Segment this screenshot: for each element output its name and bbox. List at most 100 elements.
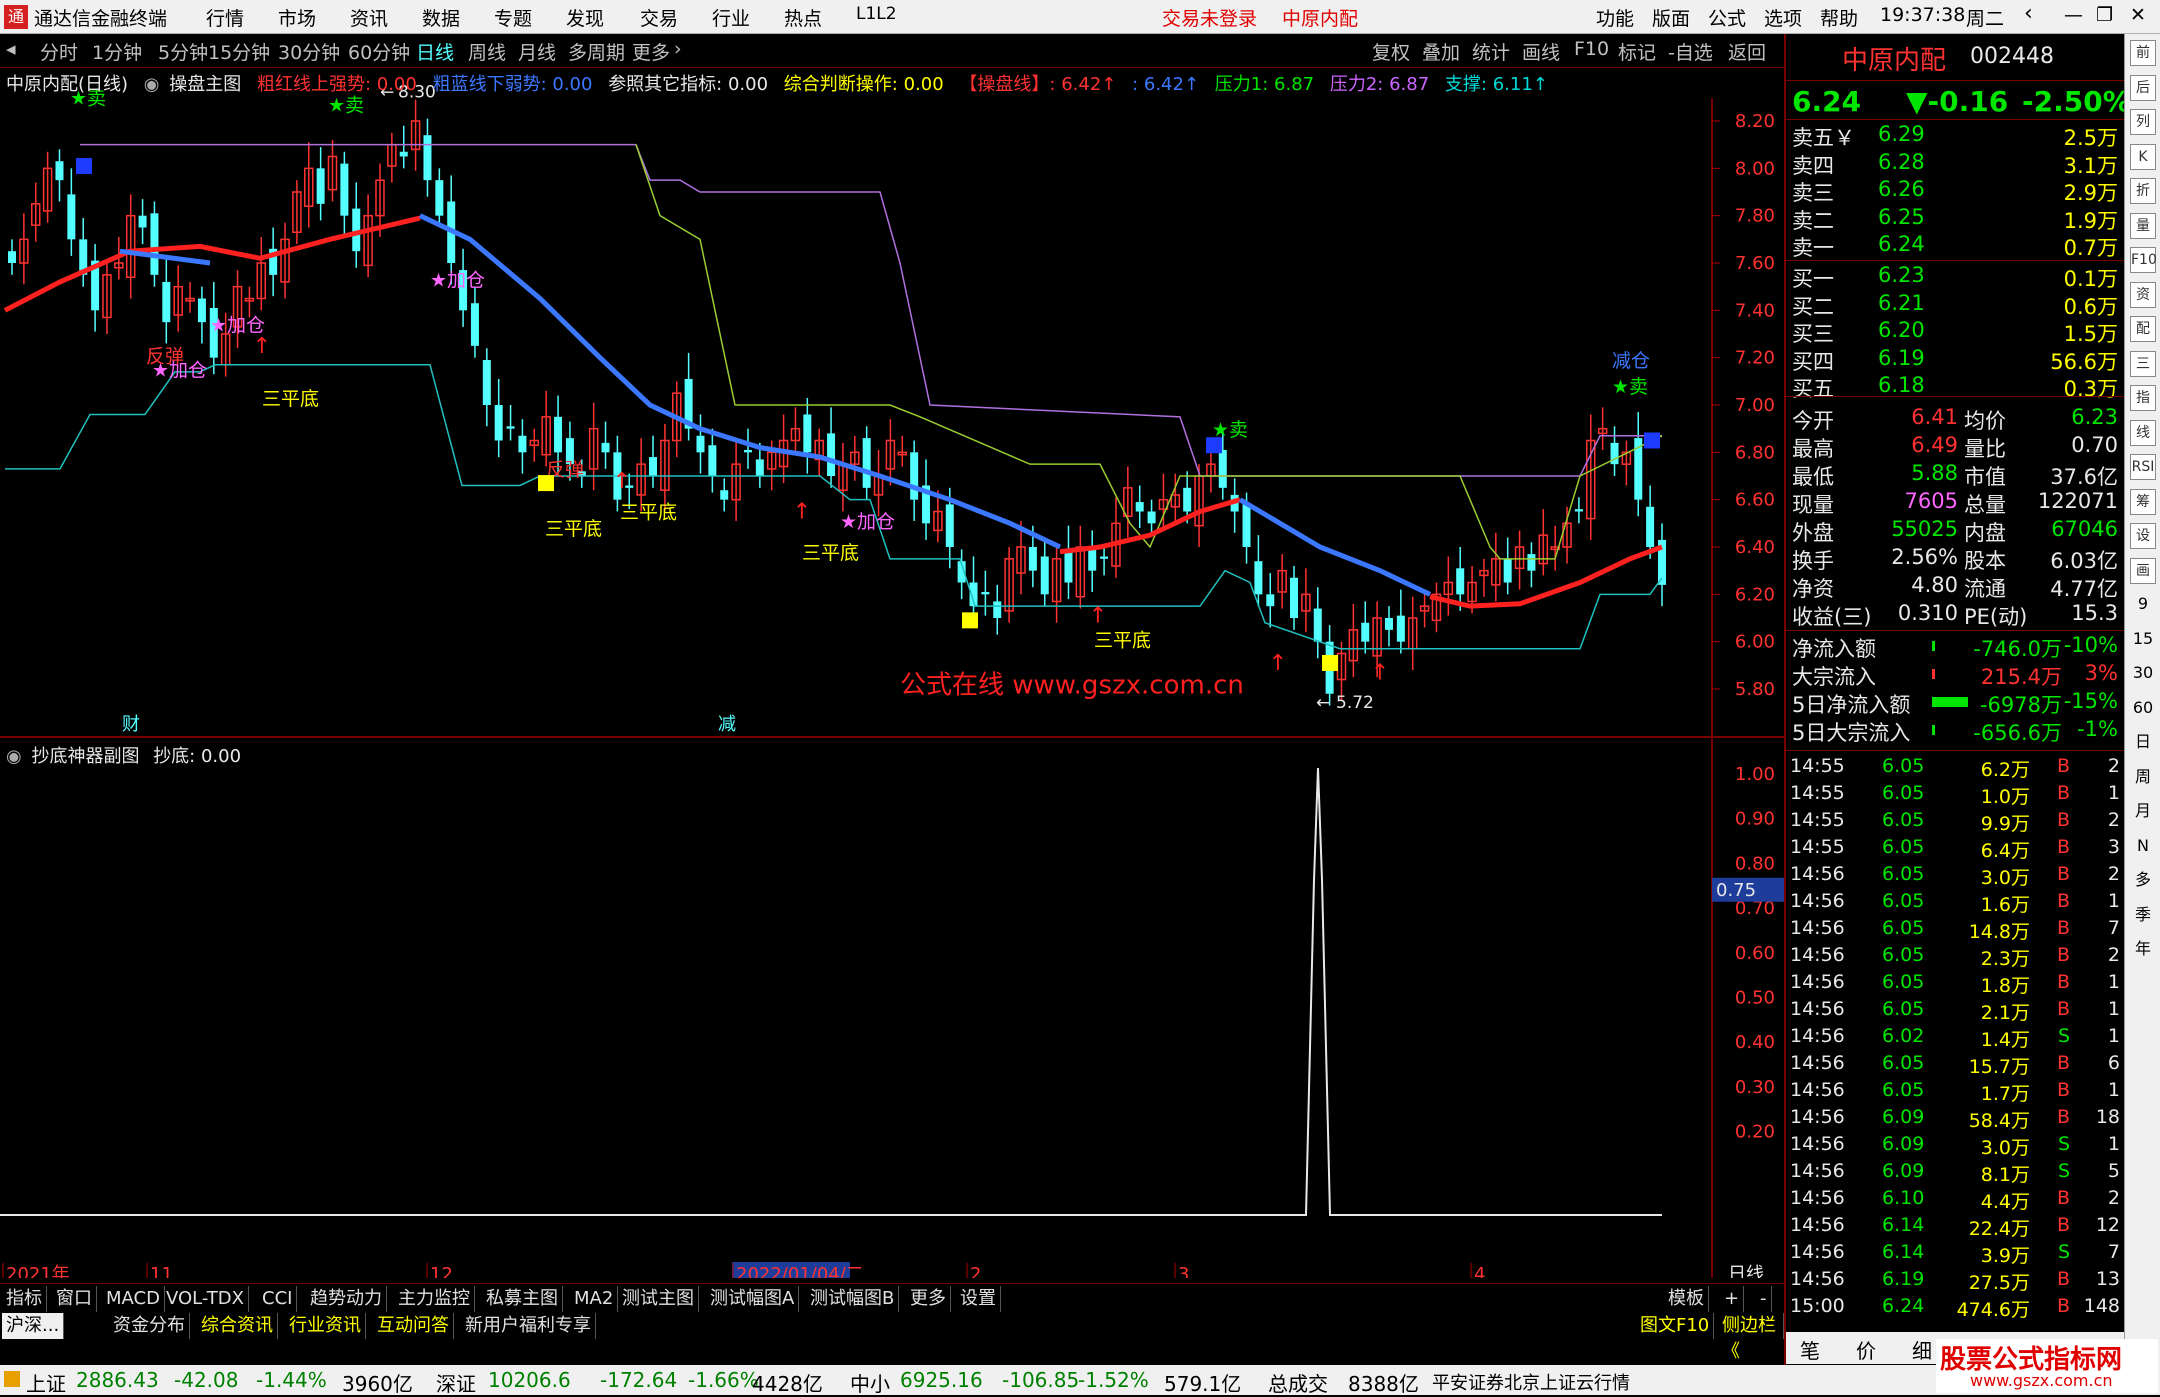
f10-tab[interactable]: 图文F10 (1636, 1313, 1715, 1339)
side-icon[interactable]: RSI (2130, 454, 2156, 480)
bottom-tab[interactable]: 设置 (956, 1286, 1001, 1312)
bottom-tab[interactable]: 窗口 (52, 1286, 97, 1312)
menu-item-discover[interactable]: 发现 (566, 4, 604, 31)
menu-function[interactable]: 功能 (1596, 4, 1634, 31)
side-icon[interactable]: 年 (2130, 937, 2156, 963)
side-icon[interactable]: 15 (2130, 627, 2156, 653)
info-tab[interactable]: 行业资讯 (285, 1313, 366, 1339)
menu-item-news[interactable]: 资讯 (350, 4, 388, 31)
chevron-right-icon[interactable]: › (674, 38, 682, 60)
main-kline-chart[interactable]: 8.20 8.00 7.80 7.60 7.40 7.20 7.00 6.80 6.60 6.40… (0, 68, 1784, 738)
bid-row[interactable]: 买三 6.20 1.5万 (1792, 318, 2122, 346)
side-icon[interactable]: 30 (2130, 661, 2156, 687)
menu-options[interactable]: 选项 (1764, 4, 1802, 31)
side-icon[interactable]: F10 (2130, 247, 2157, 273)
sub-indicator-chart[interactable]: 1.000.900.800.700.600.500.400.300.200.75… (0, 738, 1784, 1278)
menu-item-topic[interactable]: 专题 (494, 4, 532, 31)
bottom-tab[interactable]: 指标 (2, 1286, 47, 1312)
info-tab[interactable]: 综合资讯 (197, 1313, 278, 1339)
sh-index-name[interactable]: 上证 (26, 1368, 66, 1397)
bottom-tab[interactable]: MA2 (570, 1286, 619, 1312)
period-multi[interactable]: 多周期 (568, 38, 625, 65)
period-1min[interactable]: 1分钟 (92, 38, 142, 65)
bid-row[interactable]: 买二 6.21 0.6万 (1792, 291, 2122, 319)
menu-item-data[interactable]: 数据 (422, 4, 460, 31)
status-icon[interactable] (4, 1371, 20, 1387)
info-tab[interactable]: 资金分布 (109, 1313, 190, 1339)
ask-row[interactable]: 卖三 6.26 2.9万 (1792, 177, 2122, 205)
tool-mark[interactable]: 标记 (1618, 38, 1656, 65)
period-more[interactable]: 更多 (632, 38, 670, 65)
zx-index-name[interactable]: 中小 (850, 1368, 890, 1397)
menu-item-industry[interactable]: 行业 (712, 4, 750, 31)
side-icon[interactable]: 周 (2130, 765, 2156, 791)
tool-remove-watch[interactable]: -自选 (1668, 38, 1713, 65)
side-icon[interactable]: 多 (2130, 868, 2156, 894)
menu-item-market[interactable]: 市场 (278, 4, 316, 31)
period-30min[interactable]: 30分钟 (278, 38, 340, 65)
info-tab[interactable]: 互动问答 (373, 1313, 454, 1339)
bottom-tab[interactable]: CCI (258, 1286, 298, 1312)
period-weekly[interactable]: 周线 (468, 38, 506, 65)
menu-item-l1l2[interactable]: L1L2 (856, 4, 897, 24)
bottom-tab[interactable]: 测试主图 (618, 1286, 699, 1312)
side-icon[interactable]: 指 (2130, 385, 2156, 411)
side-icon[interactable]: K (2130, 143, 2156, 170)
nav-back-icon[interactable]: ‹ (2024, 1, 2033, 26)
tool-stats[interactable]: 统计 (1472, 38, 1510, 65)
menu-help[interactable]: 帮助 (1820, 4, 1858, 31)
period-60min[interactable]: 60分钟 (348, 38, 410, 65)
side-icon[interactable]: 画 (2130, 557, 2156, 584)
minimize-icon[interactable]: — (2064, 4, 2083, 26)
bid-row[interactable]: 买一 6.23 0.1万 (1792, 263, 2122, 291)
collapse-icon[interactable]: ◂ (6, 38, 16, 60)
side-icon[interactable]: 9 (2130, 592, 2156, 618)
menu-item-quote[interactable]: 行情 (206, 4, 244, 31)
menu-layout[interactable]: 版面 (1652, 4, 1690, 31)
side-icon[interactable]: 前 (2130, 40, 2156, 66)
tool-f10[interactable]: F10 (1574, 38, 1609, 60)
bottom-tab[interactable]: 趋势动力 (306, 1286, 387, 1312)
menu-item-trade[interactable]: 交易 (640, 4, 678, 31)
sz-index-name[interactable]: 深证 (436, 1368, 476, 1397)
menu-item-hot[interactable]: 热点 (784, 4, 822, 31)
tick-list[interactable]: 14:55 6.05 6.2万 B 2 14:55 6.05 1.0万 B 1 14:55 6.05 9… (1786, 750, 2124, 1330)
period-monthly[interactable]: 月线 (518, 38, 556, 65)
side-icon[interactable]: 季 (2130, 903, 2156, 929)
bottom-tab[interactable]: VOL-TDX (162, 1286, 249, 1312)
bid-row[interactable]: 买四 6.19 56.6万 (1792, 346, 2122, 374)
bottom-tab[interactable]: 测试幅图A (706, 1286, 800, 1312)
restore-icon[interactable]: ❐ (2096, 4, 2113, 26)
tool-overlay[interactable]: 叠加 (1422, 38, 1460, 65)
info-tab[interactable]: 沪深... (2, 1313, 65, 1339)
formula-name[interactable]: 操盘主图 (169, 74, 241, 95)
bottom-tab[interactable]: MACD (102, 1286, 165, 1312)
right-tab[interactable]: 价 (1856, 1335, 1876, 1364)
ask-row[interactable]: 卖一 6.24 0.7万 (1792, 232, 2122, 260)
period-5min[interactable]: 5分钟 (158, 38, 208, 65)
side-icon[interactable]: 三 (2130, 350, 2156, 377)
menu-formula[interactable]: 公式 (1708, 4, 1746, 31)
template-tab[interactable]: 模板 (1664, 1286, 1709, 1312)
side-icon[interactable]: 量 (2130, 212, 2156, 239)
login-status[interactable]: 交易未登录 (1162, 4, 1257, 31)
tool-draw[interactable]: 画线 (1522, 38, 1560, 65)
close-icon[interactable]: ✕ (2130, 4, 2146, 26)
side-icon[interactable]: 资 (2130, 281, 2156, 308)
period-daily[interactable]: 日线 (416, 38, 454, 65)
template-tab[interactable]: + (1720, 1286, 1745, 1312)
right-tab[interactable]: 细 (1912, 1335, 1932, 1364)
side-icon[interactable]: 后 (2130, 74, 2156, 101)
side-icon[interactable]: 线 (2130, 419, 2156, 446)
side-icon[interactable]: 60 (2130, 696, 2156, 722)
side-icon[interactable]: 筹 (2130, 488, 2156, 515)
side-icon[interactable]: 配 (2130, 316, 2156, 342)
side-icon[interactable]: 日 (2130, 730, 2156, 756)
side-icon[interactable]: 折 (2130, 178, 2156, 204)
ask-row[interactable]: 卖四 6.28 3.1万 (1792, 150, 2122, 178)
side-icon[interactable]: N (2130, 834, 2156, 860)
side-icon[interactable]: 月 (2130, 799, 2156, 825)
bottom-tab[interactable]: 私募主图 (482, 1286, 563, 1312)
ask-row[interactable]: 卖五￥ 6.29 2.5万 (1792, 122, 2122, 150)
template-tab[interactable]: - (1756, 1286, 1772, 1312)
